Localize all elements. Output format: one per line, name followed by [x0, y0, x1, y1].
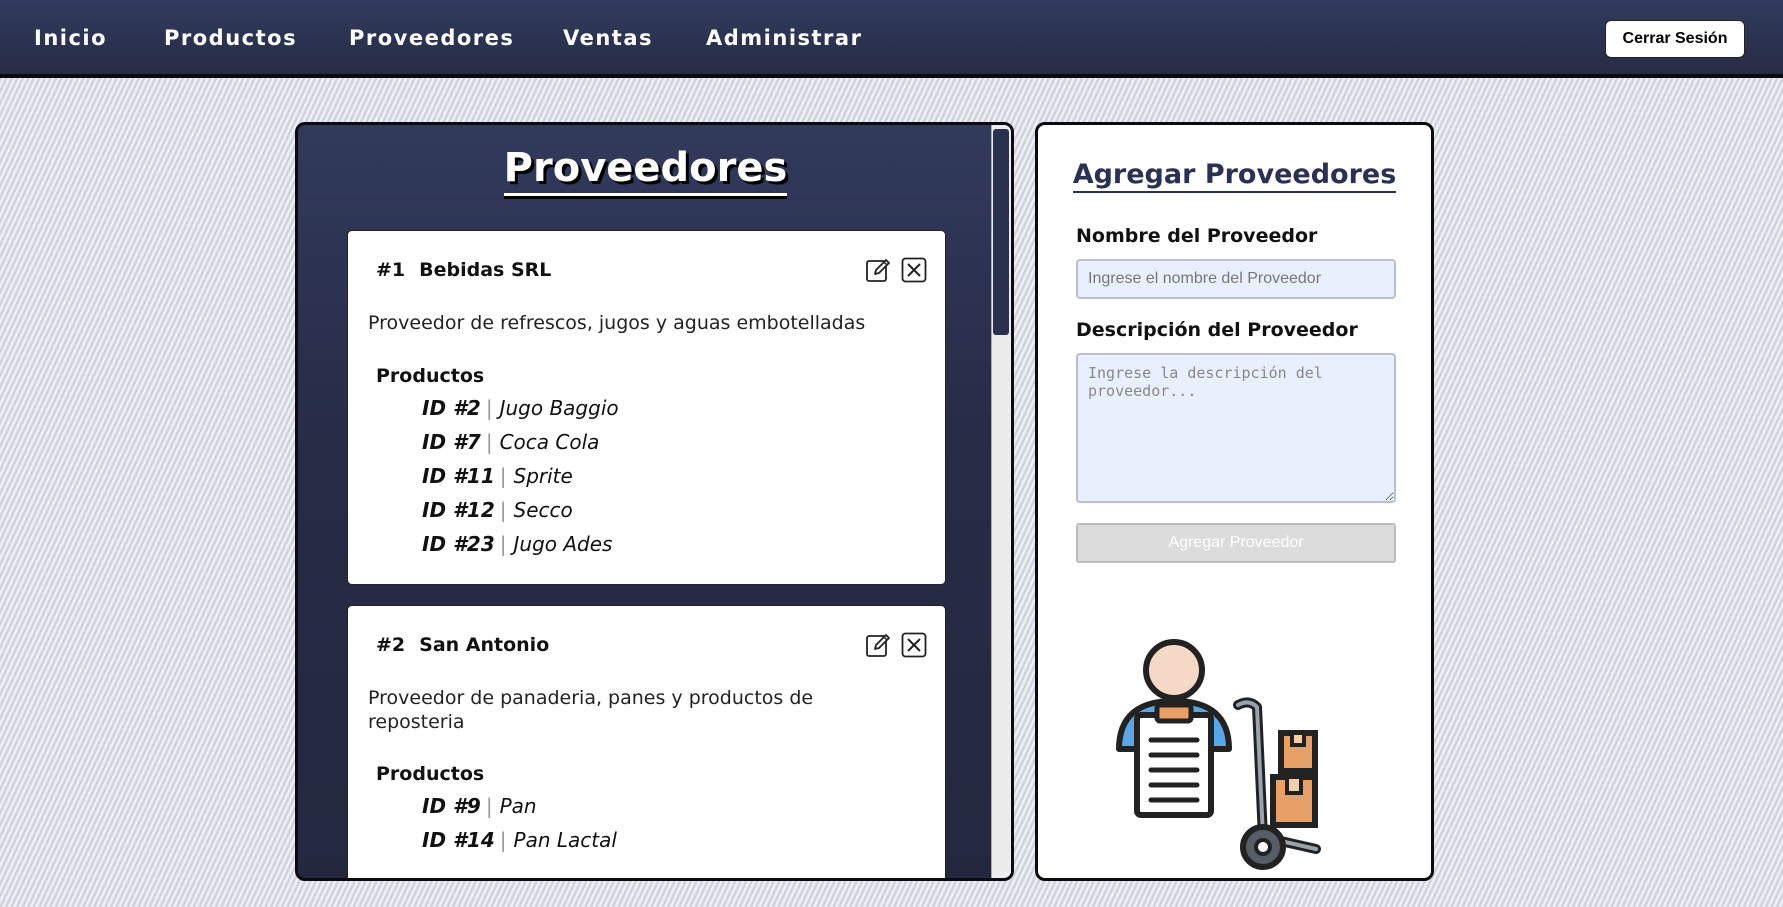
add-supplier-panel: Agregar Proveedores Nombre del Proveedor… — [1035, 122, 1434, 881]
product-item: ID #12 | Secco — [422, 498, 573, 522]
products-heading: Productos — [376, 365, 485, 387]
supplier-description-label: Descripción del Proveedor — [1076, 319, 1358, 341]
supplier-card: #2 San Antonio Proveedor de panaderia, pa… — [347, 605, 946, 878]
product-list: ID #2 | Jugo Baggio ID #7 | Coca Cola ID #11… — [422, 391, 619, 561]
nav-link-productos[interactable]: Productos — [164, 26, 297, 50]
nav-link-administrar[interactable]: Administrar — [706, 26, 862, 50]
scrollbar-thumb[interactable] — [993, 129, 1009, 335]
product-name: Jugo Ades — [513, 532, 613, 556]
supplier-list-panel: Proveedores #1 Bebidas SRL Proveedor de r… — [295, 122, 1014, 881]
product-id: ID #2 — [422, 396, 481, 420]
product-id: ID #7 — [422, 430, 481, 454]
supplier-description-input[interactable] — [1076, 353, 1396, 503]
product-name: Jugo Baggio — [499, 396, 619, 420]
product-name: Sprite — [513, 464, 573, 488]
product-id: ID #23 — [422, 532, 495, 556]
product-item: ID #11 | Sprite — [422, 464, 573, 488]
nav-link-ventas[interactable]: Ventas — [563, 26, 653, 50]
product-id: ID #14 — [422, 828, 495, 852]
page-title: Proveedores — [298, 145, 993, 196]
product-name: Pan — [499, 794, 537, 818]
supplier-card-header: #1 Bebidas SRL — [376, 259, 551, 281]
products-heading: Productos — [376, 763, 485, 785]
supplier-number: #2 — [376, 634, 406, 656]
product-item: ID #2 | Jugo Baggio — [422, 396, 619, 420]
close-icon[interactable] — [901, 632, 927, 658]
supplier-card-header: #2 San Antonio — [376, 634, 549, 656]
product-name: Coca Cola — [499, 430, 600, 454]
supplier-name: San Antonio — [419, 634, 550, 656]
supplier-name-label: Nombre del Proveedor — [1076, 225, 1318, 247]
supplier-card: #1 Bebidas SRL Proveedor de refrescos, ju… — [347, 230, 946, 585]
supplier-description: Proveedor de refrescos, jugos y aguas em… — [368, 312, 866, 334]
form-title: Agregar Proveedores — [1038, 159, 1431, 193]
product-item: ID #23 | Jugo Ades — [422, 532, 613, 556]
product-item: ID #7 | Coca Cola — [422, 430, 600, 454]
supplier-number: #1 — [376, 259, 406, 281]
supplier-name: Bebidas SRL — [419, 259, 552, 281]
add-supplier-button[interactable]: Agregar Proveedor — [1076, 523, 1396, 563]
product-list: ID #9 | Pan ID #14 | Pan Lactal — [422, 789, 617, 857]
navbar: Inicio Productos Proveedores Ventas Admi… — [0, 0, 1783, 78]
close-icon[interactable] — [901, 257, 927, 283]
edit-icon[interactable] — [865, 632, 891, 658]
edit-icon[interactable] — [865, 257, 891, 283]
product-name: Pan Lactal — [513, 828, 617, 852]
product-id: ID #9 — [422, 794, 481, 818]
product-item: ID #9 | Pan — [422, 794, 537, 818]
product-id: ID #11 — [422, 464, 495, 488]
supplier-description: Proveedor de panaderia, panes y producto… — [368, 687, 814, 733]
product-name: Secco — [513, 498, 573, 522]
supplier-illustration — [1116, 639, 1321, 870]
product-item: ID #14 | Pan Lactal — [422, 828, 617, 852]
nav-link-proveedores[interactable]: Proveedores — [349, 26, 514, 50]
scrollbar[interactable] — [991, 125, 1011, 878]
logout-button[interactable]: Cerrar Sesión — [1605, 20, 1745, 58]
nav-link-inicio[interactable]: Inicio — [34, 26, 107, 50]
product-id: ID #12 — [422, 498, 495, 522]
supplier-name-input[interactable] — [1076, 259, 1396, 299]
